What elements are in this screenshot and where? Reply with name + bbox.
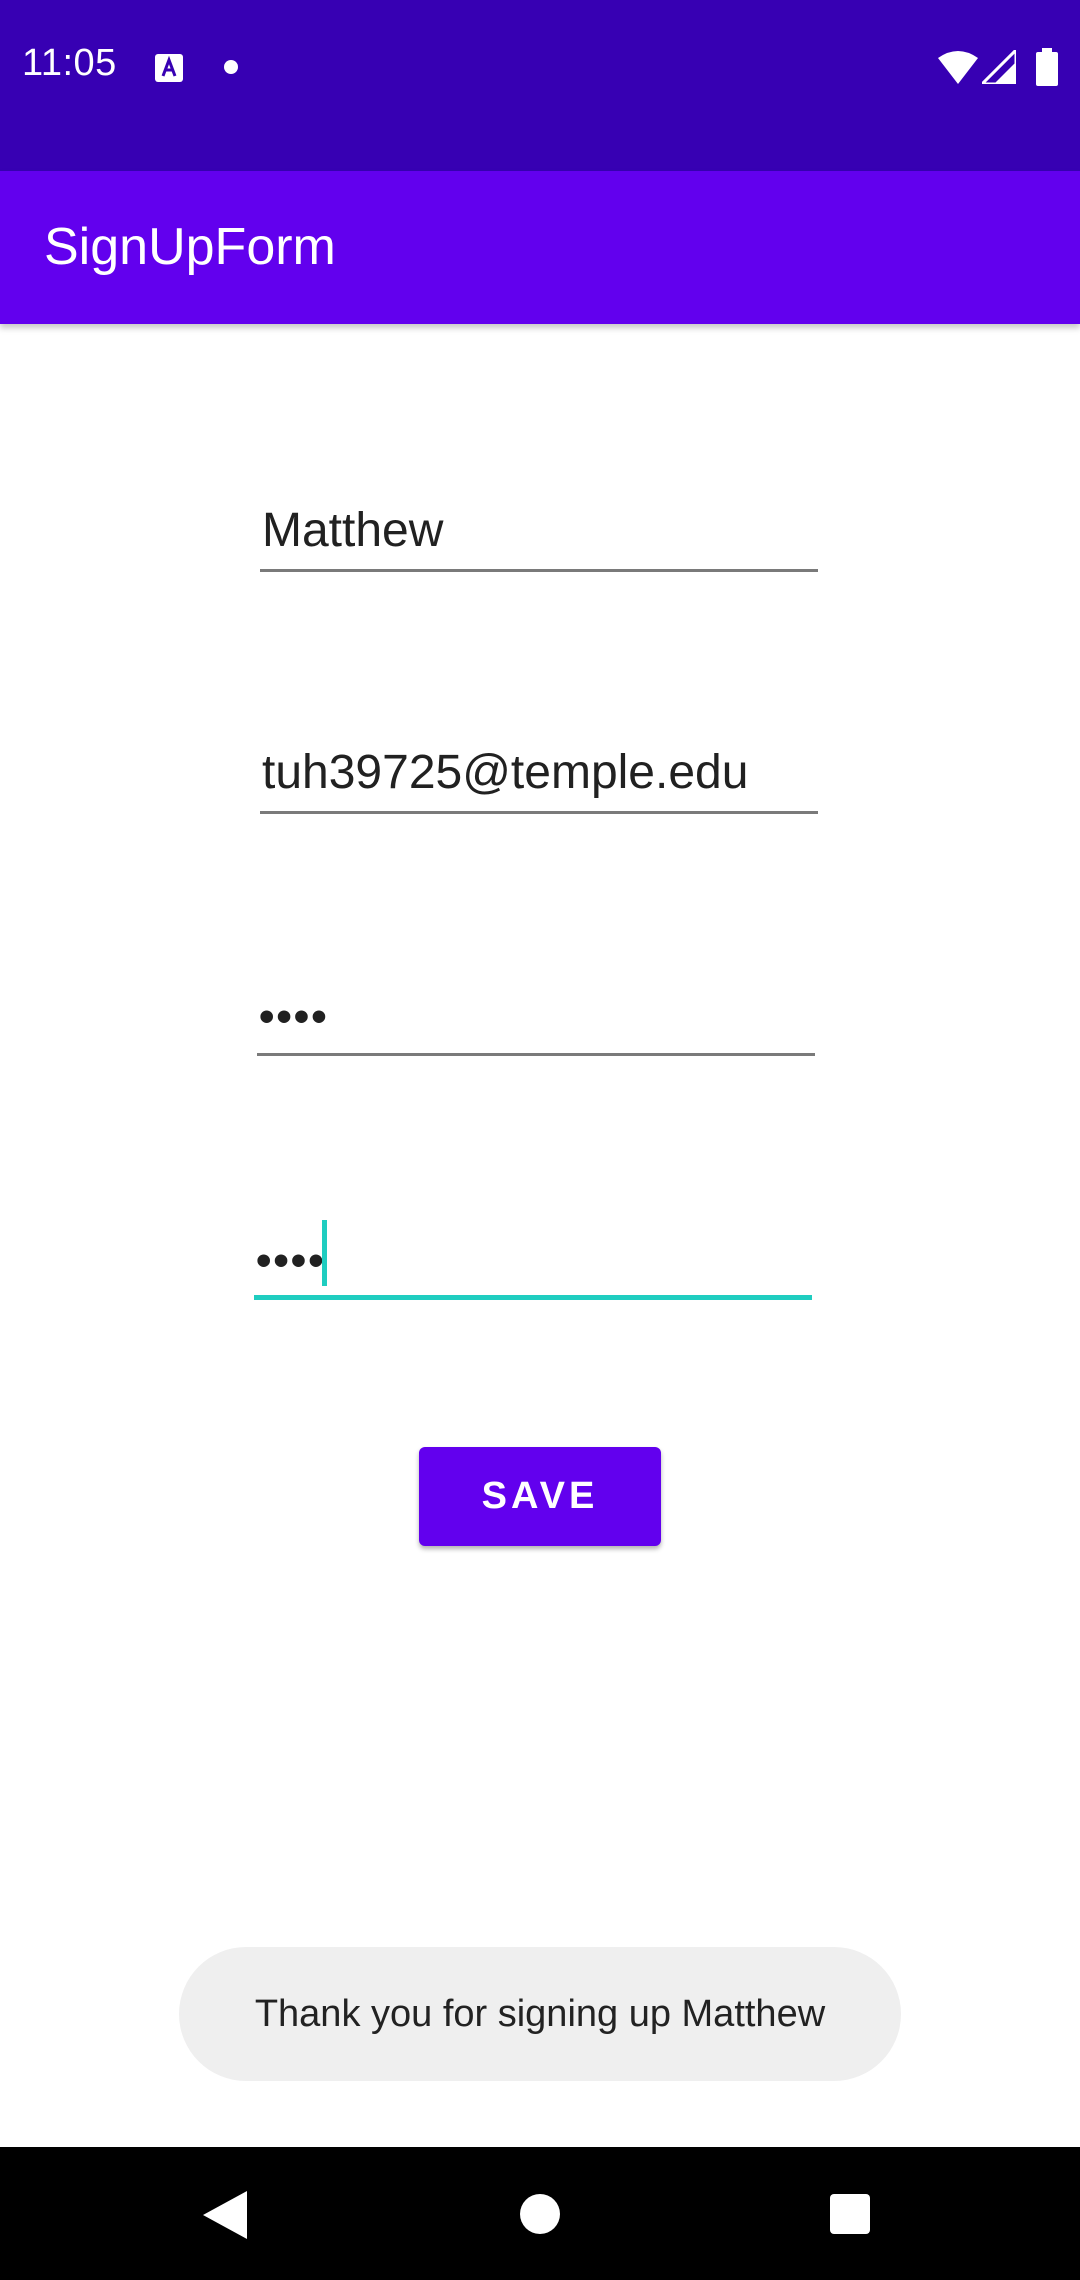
back-icon[interactable] xyxy=(203,2191,247,2239)
home-icon[interactable] xyxy=(520,2194,560,2234)
password-field-underline xyxy=(257,1053,815,1056)
email-field[interactable]: tuh39725@temple.edu xyxy=(260,734,818,814)
confirm-password-field[interactable]: •••• xyxy=(254,1220,812,1300)
email-field-value: tuh39725@temple.edu xyxy=(262,746,749,799)
navigation-bar xyxy=(0,2147,1080,2280)
toast-text: Thank you for signing up Matthew xyxy=(254,1992,826,2035)
signal-icon xyxy=(982,50,1016,84)
name-field[interactable]: Matthew xyxy=(260,492,818,572)
app-title: SignUpForm xyxy=(44,218,336,276)
recents-icon[interactable] xyxy=(830,2194,870,2234)
toast-message: Thank you for signing up Matthew xyxy=(179,1947,901,2081)
battery-icon xyxy=(1036,48,1058,86)
status-bar: 11:05 xyxy=(0,0,1080,171)
wifi-icon xyxy=(938,51,978,84)
confirm-password-field-value: •••• xyxy=(256,1236,326,1285)
save-button[interactable]: SAVE xyxy=(419,1447,661,1546)
dot-icon xyxy=(224,60,238,74)
password-field[interactable]: •••• xyxy=(257,976,815,1056)
status-time: 11:05 xyxy=(22,42,117,84)
name-field-underline xyxy=(260,569,818,572)
confirm-password-field-underline xyxy=(254,1295,812,1300)
app-bar: SignUpForm xyxy=(0,171,1080,324)
screen: 11:05 SignUpForm Matthew tuh39725@temple… xyxy=(0,0,1080,2280)
password-field-value: •••• xyxy=(259,992,329,1041)
text-cursor xyxy=(322,1220,327,1286)
a-notification-icon xyxy=(155,54,183,82)
email-field-underline xyxy=(260,811,818,814)
name-field-value: Matthew xyxy=(262,504,444,557)
